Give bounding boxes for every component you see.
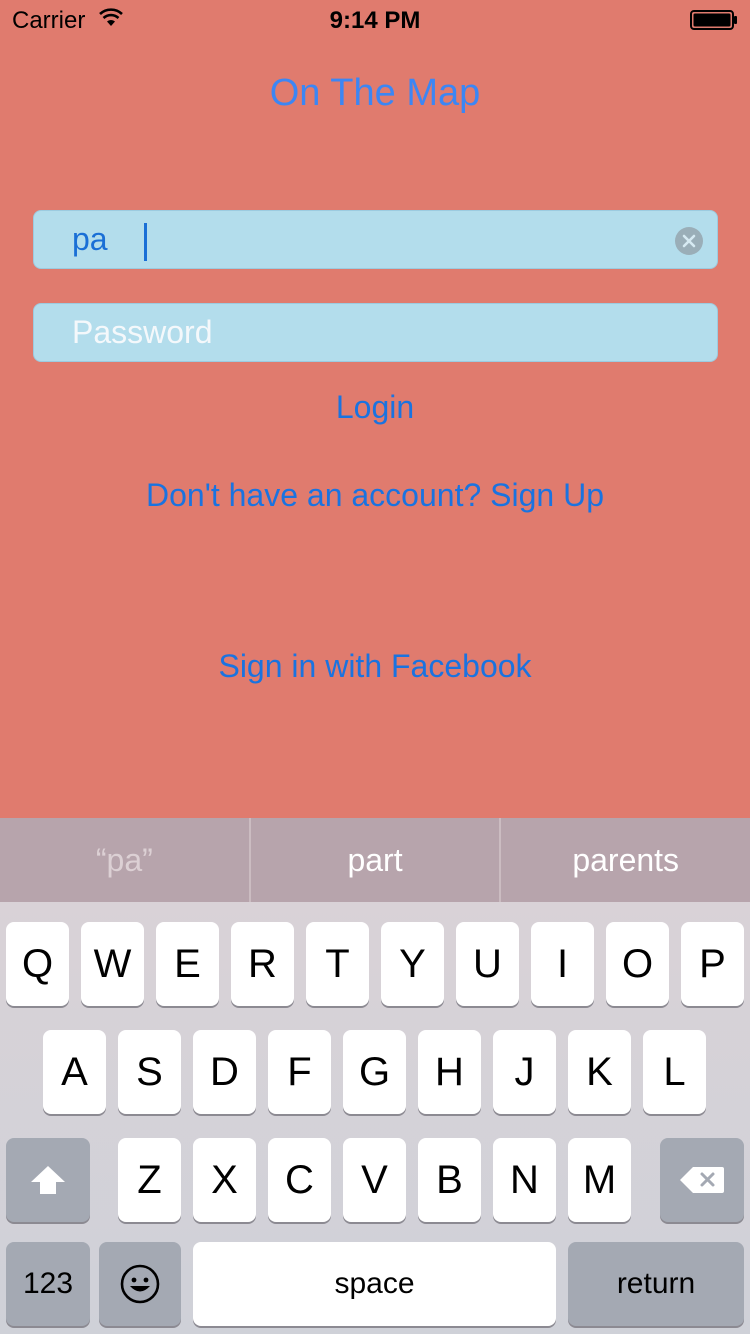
key-c[interactable]: C [268,1138,331,1222]
key-j[interactable]: J [493,1030,556,1114]
key-k[interactable]: K [568,1030,631,1114]
password-field[interactable] [33,303,718,362]
key-x[interactable]: X [193,1138,256,1222]
emoji-key[interactable] [99,1242,181,1326]
key-w[interactable]: W [81,922,144,1006]
clear-text-icon[interactable] [674,226,704,256]
delete-key[interactable] [660,1138,744,1222]
suggestion-item[interactable]: parents [501,818,750,902]
username-input[interactable] [72,211,672,268]
key-q[interactable]: Q [6,922,69,1006]
key-d[interactable]: D [193,1030,256,1114]
key-i[interactable]: I [531,922,594,1006]
text-caret [144,223,147,261]
key-t[interactable]: T [306,922,369,1006]
space-key[interactable]: space [193,1242,556,1326]
key-g[interactable]: G [343,1030,406,1114]
emoji-icon [120,1264,160,1304]
key-b[interactable]: B [418,1138,481,1222]
key-z[interactable]: Z [118,1138,181,1222]
return-key[interactable]: return [568,1242,744,1326]
suggestion-item[interactable]: “pa” [0,818,249,902]
key-l[interactable]: L [643,1030,706,1114]
username-field[interactable] [33,210,718,269]
key-u[interactable]: U [456,922,519,1006]
status-time: 9:14 PM [329,7,421,34]
key-a[interactable]: A [43,1030,106,1114]
key-r[interactable]: R [231,922,294,1006]
key-n[interactable]: N [493,1138,556,1222]
key-m[interactable]: M [568,1138,631,1222]
key-y[interactable]: Y [381,922,444,1006]
predictive-bar: “pa” part parents [0,818,750,902]
key-f[interactable]: F [268,1030,331,1114]
key-s[interactable]: S [118,1030,181,1114]
keyboard: Q W E R T Y U I O P A S D F G H J K L Z … [0,902,750,1334]
key-p[interactable]: P [681,922,744,1006]
shift-key[interactable] [6,1138,90,1222]
numbers-key[interactable]: 123 [6,1242,90,1326]
battery-icon [690,10,737,30]
facebook-login-button[interactable]: Sign in with Facebook [0,648,750,685]
status-bar: Carrier 9:14 PM [0,0,750,40]
password-input[interactable] [72,304,672,361]
key-v[interactable]: V [343,1138,406,1222]
app-title: On The Map [269,72,481,114]
backspace-icon [680,1167,724,1193]
key-e[interactable]: E [156,922,219,1006]
signup-link[interactable]: Don't have an account? Sign Up [0,477,750,514]
key-h[interactable]: H [418,1030,481,1114]
key-o[interactable]: O [606,922,669,1006]
suggestion-item[interactable]: part [251,818,500,902]
shift-icon [31,1166,65,1194]
login-button[interactable]: Login [0,389,750,426]
